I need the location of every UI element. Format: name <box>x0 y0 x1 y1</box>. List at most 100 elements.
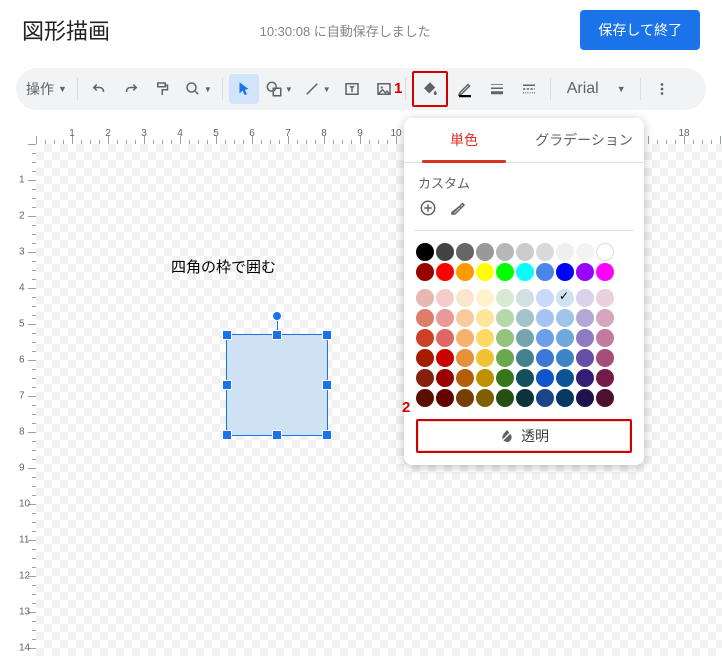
color-swatch[interactable] <box>596 309 614 327</box>
color-swatch[interactable] <box>416 309 434 327</box>
color-swatch[interactable] <box>436 289 454 307</box>
color-swatch[interactable] <box>516 243 534 261</box>
resize-handle[interactable] <box>322 430 332 440</box>
transparent-button[interactable]: 透明 <box>418 421 630 451</box>
select-tool[interactable] <box>229 74 259 104</box>
color-swatch[interactable] <box>536 329 554 347</box>
color-swatch[interactable] <box>576 329 594 347</box>
color-swatch[interactable] <box>596 389 614 407</box>
textbox-button[interactable] <box>337 74 367 104</box>
color-swatch[interactable] <box>456 329 474 347</box>
color-swatch[interactable] <box>556 263 574 281</box>
color-swatch[interactable] <box>496 369 514 387</box>
resize-handle[interactable] <box>222 330 232 340</box>
color-swatch[interactable] <box>476 243 494 261</box>
resize-handle[interactable] <box>322 380 332 390</box>
color-swatch[interactable] <box>556 349 574 367</box>
color-swatch[interactable] <box>416 243 434 261</box>
color-swatch[interactable] <box>516 263 534 281</box>
color-swatch[interactable] <box>516 289 534 307</box>
color-swatch[interactable] <box>416 329 434 347</box>
paint-format-button[interactable] <box>148 74 178 104</box>
color-swatch[interactable] <box>436 369 454 387</box>
color-swatch[interactable] <box>536 349 554 367</box>
color-swatch[interactable] <box>476 329 494 347</box>
color-swatch[interactable] <box>436 263 454 281</box>
color-swatch[interactable] <box>476 369 494 387</box>
color-swatch[interactable] <box>496 349 514 367</box>
line-menu[interactable]: ▼ <box>299 74 335 104</box>
color-swatch[interactable] <box>536 309 554 327</box>
color-swatch[interactable] <box>476 263 494 281</box>
fill-color-button[interactable] <box>415 74 445 104</box>
resize-handle[interactable] <box>222 430 232 440</box>
resize-handle[interactable] <box>222 380 232 390</box>
more-button[interactable] <box>647 74 677 104</box>
resize-handle[interactable] <box>272 430 282 440</box>
color-swatch[interactable] <box>436 243 454 261</box>
color-swatch[interactable] <box>496 243 514 261</box>
redo-button[interactable] <box>116 74 146 104</box>
tab-gradient[interactable]: グラデーション <box>524 118 644 162</box>
color-swatch[interactable] <box>456 369 474 387</box>
color-swatch[interactable] <box>416 289 434 307</box>
color-swatch[interactable] <box>576 309 594 327</box>
color-swatch[interactable] <box>576 389 594 407</box>
color-swatch[interactable] <box>536 389 554 407</box>
color-swatch[interactable] <box>456 263 474 281</box>
color-swatch[interactable] <box>476 389 494 407</box>
shape-menu[interactable]: ▼ <box>261 74 297 104</box>
color-swatch[interactable] <box>536 369 554 387</box>
color-swatch[interactable] <box>496 263 514 281</box>
color-swatch[interactable] <box>456 289 474 307</box>
color-swatch[interactable] <box>576 263 594 281</box>
color-swatch[interactable] <box>476 349 494 367</box>
color-swatch[interactable] <box>556 369 574 387</box>
tab-solid[interactable]: 単色 <box>404 118 524 162</box>
color-swatch[interactable] <box>456 349 474 367</box>
actions-menu[interactable]: 操作 ▼ <box>22 74 71 104</box>
color-swatch[interactable] <box>516 389 534 407</box>
color-swatch[interactable] <box>596 369 614 387</box>
border-dash-button[interactable] <box>514 74 544 104</box>
color-swatch[interactable] <box>576 243 594 261</box>
color-swatch[interactable] <box>536 243 554 261</box>
rotation-handle[interactable] <box>272 311 282 321</box>
add-custom-color-button[interactable] <box>418 198 438 218</box>
color-swatch[interactable] <box>456 243 474 261</box>
color-swatch[interactable] <box>556 289 574 307</box>
resize-handle[interactable] <box>322 330 332 340</box>
color-swatch[interactable] <box>536 263 554 281</box>
color-swatch[interactable] <box>556 243 574 261</box>
color-swatch[interactable] <box>416 263 434 281</box>
color-swatch[interactable] <box>576 349 594 367</box>
color-swatch[interactable] <box>496 329 514 347</box>
color-swatch[interactable] <box>436 329 454 347</box>
color-swatch[interactable] <box>496 289 514 307</box>
color-swatch[interactable] <box>576 369 594 387</box>
color-swatch[interactable] <box>436 389 454 407</box>
eyedropper-button[interactable] <box>448 198 468 218</box>
color-swatch[interactable] <box>496 309 514 327</box>
border-weight-button[interactable] <box>482 74 512 104</box>
color-swatch[interactable] <box>416 389 434 407</box>
color-swatch[interactable] <box>516 369 534 387</box>
color-swatch[interactable] <box>476 309 494 327</box>
color-swatch[interactable] <box>596 329 614 347</box>
color-swatch[interactable] <box>436 349 454 367</box>
border-color-button[interactable] <box>450 74 480 104</box>
color-swatch[interactable] <box>556 329 574 347</box>
color-swatch[interactable] <box>476 289 494 307</box>
color-swatch[interactable] <box>596 243 614 261</box>
color-swatch[interactable] <box>576 289 594 307</box>
color-swatch[interactable] <box>596 263 614 281</box>
color-swatch[interactable] <box>536 289 554 307</box>
color-swatch[interactable] <box>556 309 574 327</box>
color-swatch[interactable] <box>516 309 534 327</box>
color-swatch[interactable] <box>416 349 434 367</box>
selected-shape[interactable] <box>226 334 328 436</box>
save-and-close-button[interactable]: 保存して終了 <box>580 10 700 50</box>
resize-handle[interactable] <box>272 330 282 340</box>
color-swatch[interactable] <box>596 289 614 307</box>
color-swatch[interactable] <box>516 349 534 367</box>
